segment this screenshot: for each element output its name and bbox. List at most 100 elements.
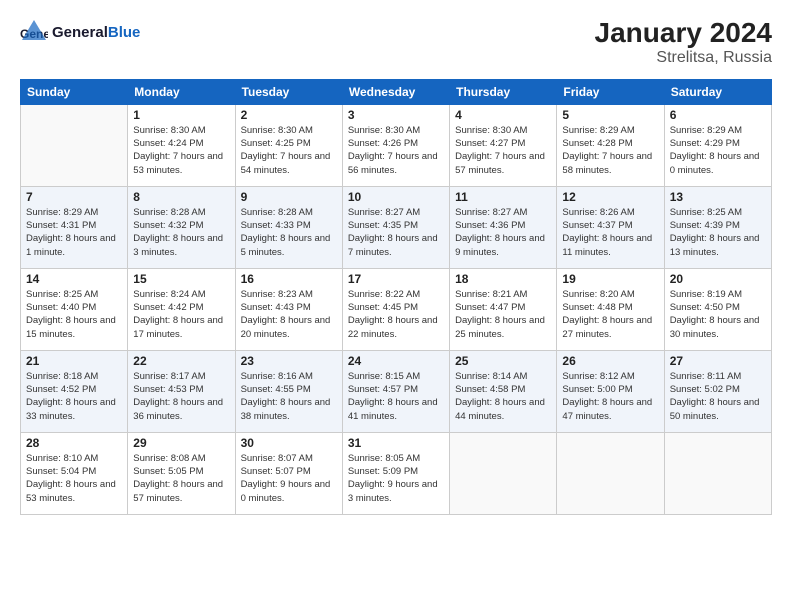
- day-info: Sunrise: 8:16 AMSunset: 4:55 PMDaylight:…: [241, 370, 337, 423]
- calendar-cell: 24 Sunrise: 8:15 AMSunset: 4:57 PMDayligh…: [342, 350, 449, 432]
- day-number: 7: [26, 190, 122, 204]
- calendar-cell: [557, 432, 664, 514]
- day-info: Sunrise: 8:20 AMSunset: 4:48 PMDaylight:…: [562, 288, 658, 341]
- day-info: Sunrise: 8:25 AMSunset: 4:40 PMDaylight:…: [26, 288, 122, 341]
- calendar-cell: 9 Sunrise: 8:28 AMSunset: 4:33 PMDaylight…: [235, 186, 342, 268]
- day-info: Sunrise: 8:11 AMSunset: 5:02 PMDaylight:…: [670, 370, 766, 423]
- calendar-cell: 28 Sunrise: 8:10 AMSunset: 5:04 PMDayligh…: [21, 432, 128, 514]
- page-title: January 2024: [595, 18, 772, 49]
- day-info: Sunrise: 8:27 AMSunset: 4:35 PMDaylight:…: [348, 206, 444, 259]
- dow-header-friday: Friday: [557, 79, 664, 104]
- day-number: 24: [348, 354, 444, 368]
- calendar-cell: 3 Sunrise: 8:30 AMSunset: 4:26 PMDaylight…: [342, 104, 449, 186]
- calendar-cell: 7 Sunrise: 8:29 AMSunset: 4:31 PMDaylight…: [21, 186, 128, 268]
- day-number: 20: [670, 272, 766, 286]
- calendar-cell: 12Sunrise: 8:26 AMSunset: 4:37 PMDayligh…: [557, 186, 664, 268]
- calendar-cell: 30 Sunrise: 8:07 AMSunset: 5:07 PMDayligh…: [235, 432, 342, 514]
- day-number: 16: [241, 272, 337, 286]
- calendar-cell: 13 Sunrise: 8:25 AMSunset: 4:39 PMDayligh…: [664, 186, 771, 268]
- day-number: 3: [348, 108, 444, 122]
- day-info: Sunrise: 8:29 AMSunset: 4:29 PMDaylight:…: [670, 124, 766, 177]
- day-number: 31: [348, 436, 444, 450]
- calendar-body: 1 Sunrise: 8:30 AMSunset: 4:24 PMDaylight…: [21, 104, 772, 514]
- calendar-cell: [21, 104, 128, 186]
- dow-header-monday: Monday: [128, 79, 235, 104]
- day-number: 5: [562, 108, 658, 122]
- day-number: 30: [241, 436, 337, 450]
- calendar-cell: 14 Sunrise: 8:25 AMSunset: 4:40 PMDayligh…: [21, 268, 128, 350]
- calendar-cell: 11Sunrise: 8:27 AMSunset: 4:36 PMDayligh…: [450, 186, 557, 268]
- day-number: 18: [455, 272, 551, 286]
- day-number: 6: [670, 108, 766, 122]
- day-number: 23: [241, 354, 337, 368]
- calendar-cell: 29 Sunrise: 8:08 AMSunset: 5:05 PMDayligh…: [128, 432, 235, 514]
- calendar-week-3: 21 Sunrise: 8:18 AMSunset: 4:52 PMDayligh…: [21, 350, 772, 432]
- day-info: Sunrise: 8:18 AMSunset: 4:52 PMDaylight:…: [26, 370, 122, 423]
- calendar-cell: 31Sunrise: 8:05 AMSunset: 5:09 PMDayligh…: [342, 432, 449, 514]
- calendar-cell: 5Sunrise: 8:29 AMSunset: 4:28 PMDaylight…: [557, 104, 664, 186]
- calendar-cell: 26 Sunrise: 8:12 AMSunset: 5:00 PMDayligh…: [557, 350, 664, 432]
- calendar-week-0: 1 Sunrise: 8:30 AMSunset: 4:24 PMDaylight…: [21, 104, 772, 186]
- calendar-cell: 22 Sunrise: 8:17 AMSunset: 4:53 PMDayligh…: [128, 350, 235, 432]
- day-info: Sunrise: 8:30 AMSunset: 4:24 PMDaylight:…: [133, 124, 229, 177]
- day-info: Sunrise: 8:30 AMSunset: 4:26 PMDaylight:…: [348, 124, 444, 177]
- day-number: 1: [133, 108, 229, 122]
- day-number: 22: [133, 354, 229, 368]
- calendar-cell: 20 Sunrise: 8:19 AMSunset: 4:50 PMDayligh…: [664, 268, 771, 350]
- day-info: Sunrise: 8:30 AMSunset: 4:25 PMDaylight:…: [241, 124, 337, 177]
- day-info: Sunrise: 8:14 AMSunset: 4:58 PMDaylight:…: [455, 370, 551, 423]
- day-info: Sunrise: 8:25 AMSunset: 4:39 PMDaylight:…: [670, 206, 766, 259]
- day-info: Sunrise: 8:08 AMSunset: 5:05 PMDaylight:…: [133, 452, 229, 505]
- dow-header-tuesday: Tuesday: [235, 79, 342, 104]
- calendar-cell: 23 Sunrise: 8:16 AMSunset: 4:55 PMDayligh…: [235, 350, 342, 432]
- calendar-cell: 25Sunrise: 8:14 AMSunset: 4:58 PMDayligh…: [450, 350, 557, 432]
- calendar-cell: 27 Sunrise: 8:11 AMSunset: 5:02 PMDayligh…: [664, 350, 771, 432]
- day-info: Sunrise: 8:12 AMSunset: 5:00 PMDaylight:…: [562, 370, 658, 423]
- calendar-cell: 19 Sunrise: 8:20 AMSunset: 4:48 PMDayligh…: [557, 268, 664, 350]
- day-info: Sunrise: 8:19 AMSunset: 4:50 PMDaylight:…: [670, 288, 766, 341]
- day-info: Sunrise: 8:15 AMSunset: 4:57 PMDaylight:…: [348, 370, 444, 423]
- day-info: Sunrise: 8:24 AMSunset: 4:42 PMDaylight:…: [133, 288, 229, 341]
- day-of-week-row: SundayMondayTuesdayWednesdayThursdayFrid…: [21, 79, 772, 104]
- day-info: Sunrise: 8:21 AMSunset: 4:47 PMDaylight:…: [455, 288, 551, 341]
- day-info: Sunrise: 8:30 AMSunset: 4:27 PMDaylight:…: [455, 124, 551, 177]
- day-number: 26: [562, 354, 658, 368]
- day-number: 21: [26, 354, 122, 368]
- day-number: 27: [670, 354, 766, 368]
- day-info: Sunrise: 8:17 AMSunset: 4:53 PMDaylight:…: [133, 370, 229, 423]
- page-header: General GeneralBlue January 2024 Strelit…: [20, 18, 772, 67]
- calendar-cell: 6 Sunrise: 8:29 AMSunset: 4:29 PMDaylight…: [664, 104, 771, 186]
- day-info: Sunrise: 8:10 AMSunset: 5:04 PMDaylight:…: [26, 452, 122, 505]
- calendar-cell: [664, 432, 771, 514]
- day-number: 14: [26, 272, 122, 286]
- day-number: 29: [133, 436, 229, 450]
- calendar-cell: [450, 432, 557, 514]
- calendar-cell: 18 Sunrise: 8:21 AMSunset: 4:47 PMDayligh…: [450, 268, 557, 350]
- dow-header-sunday: Sunday: [21, 79, 128, 104]
- calendar-week-4: 28 Sunrise: 8:10 AMSunset: 5:04 PMDayligh…: [21, 432, 772, 514]
- calendar-cell: 4 Sunrise: 8:30 AMSunset: 4:27 PMDaylight…: [450, 104, 557, 186]
- day-info: Sunrise: 8:29 AMSunset: 4:31 PMDaylight:…: [26, 206, 122, 259]
- calendar-cell: 17Sunrise: 8:22 AMSunset: 4:45 PMDayligh…: [342, 268, 449, 350]
- day-number: 10: [348, 190, 444, 204]
- day-number: 13: [670, 190, 766, 204]
- day-info: Sunrise: 8:28 AMSunset: 4:33 PMDaylight:…: [241, 206, 337, 259]
- page-subtitle: Strelitsa, Russia: [595, 49, 772, 67]
- day-info: Sunrise: 8:07 AMSunset: 5:07 PMDaylight:…: [241, 452, 337, 505]
- day-number: 19: [562, 272, 658, 286]
- logo-icon: General: [20, 18, 48, 46]
- calendar-cell: 15 Sunrise: 8:24 AMSunset: 4:42 PMDayligh…: [128, 268, 235, 350]
- logo-blue: Blue: [108, 24, 141, 41]
- day-number: 28: [26, 436, 122, 450]
- calendar-cell: 16Sunrise: 8:23 AMSunset: 4:43 PMDayligh…: [235, 268, 342, 350]
- day-number: 9: [241, 190, 337, 204]
- dow-header-wednesday: Wednesday: [342, 79, 449, 104]
- calendar-cell: 10 Sunrise: 8:27 AMSunset: 4:35 PMDayligh…: [342, 186, 449, 268]
- day-info: Sunrise: 8:27 AMSunset: 4:36 PMDaylight:…: [455, 206, 551, 259]
- day-number: 15: [133, 272, 229, 286]
- day-info: Sunrise: 8:28 AMSunset: 4:32 PMDaylight:…: [133, 206, 229, 259]
- dow-header-thursday: Thursday: [450, 79, 557, 104]
- calendar-cell: 1 Sunrise: 8:30 AMSunset: 4:24 PMDaylight…: [128, 104, 235, 186]
- dow-header-saturday: Saturday: [664, 79, 771, 104]
- day-number: 4: [455, 108, 551, 122]
